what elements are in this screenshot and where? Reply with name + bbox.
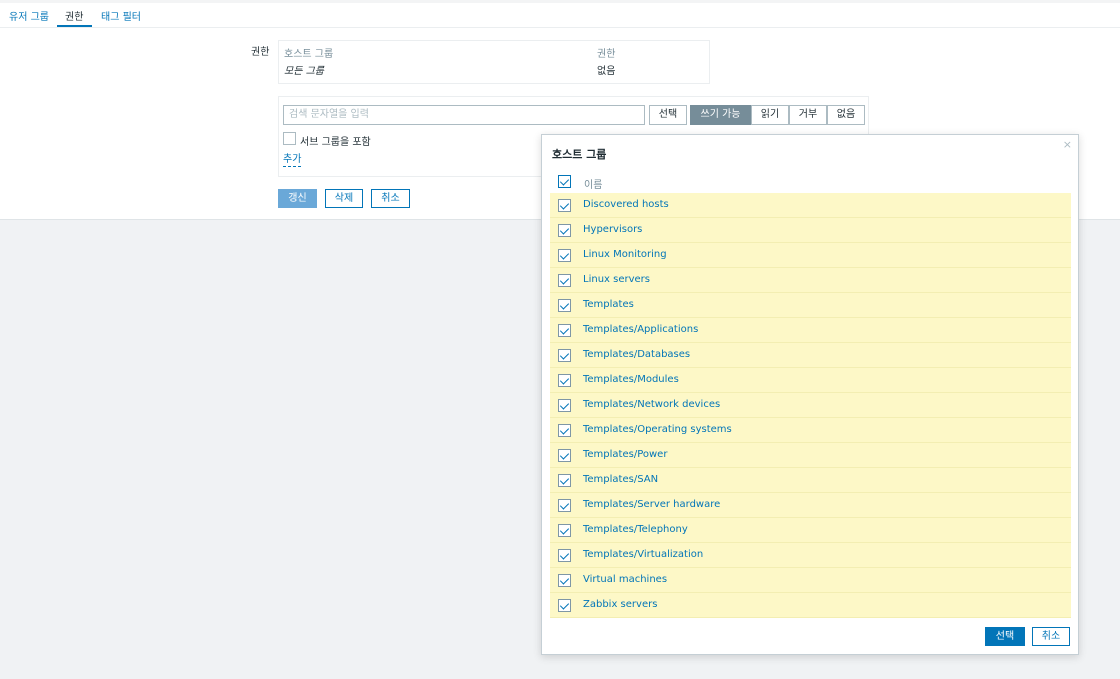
permissions-label: 권한 <box>251 47 270 58</box>
host-group-name-link[interactable]: Zabbix servers <box>583 599 657 610</box>
host-group-name-link[interactable]: Templates/Virtualization <box>583 549 703 560</box>
host-group-row[interactable]: Discovered hosts <box>550 193 1071 218</box>
permissions-table: 호스트 그룹 권한 모든 그룹 없음 <box>278 40 710 84</box>
host-group-name-link[interactable]: Templates/Databases <box>583 349 690 360</box>
add-permission-link[interactable]: 추가 <box>283 154 302 167</box>
host-group-row[interactable]: Templates/SAN <box>550 468 1071 493</box>
cell-host-group: 모든 그룹 <box>284 66 324 77</box>
host-group-row[interactable]: Templates/Server hardware <box>550 493 1071 518</box>
tab-tag-filter[interactable]: 태그 필터 <box>101 8 141 23</box>
level-deny[interactable]: 거부 <box>789 105 827 125</box>
host-group-modal: 호스트 그룹 × 이름 Discovered hosts Hypervisors L… <box>541 134 1079 655</box>
host-group-name-link[interactable]: Templates/Power <box>583 449 667 460</box>
tab-user-groups[interactable]: 유저 그룹 <box>9 8 49 23</box>
host-group-row[interactable]: Linux Monitoring <box>550 243 1071 268</box>
cell-permission: 없음 <box>597 66 616 77</box>
modal-title: 호스트 그룹 <box>552 148 607 161</box>
level-read-write[interactable]: 쓰기 가능 <box>690 105 751 125</box>
row-checkbox[interactable] <box>558 524 571 537</box>
row-checkbox[interactable] <box>558 374 571 387</box>
modal-cancel-button[interactable]: 취소 <box>1032 627 1070 646</box>
delete-button[interactable]: 삭제 <box>325 189 363 208</box>
row-checkbox[interactable] <box>558 549 571 562</box>
tab-bar: 유저 그룹 권한 태그 필터 <box>0 4 1120 28</box>
host-group-name-link[interactable]: Templates <box>583 299 634 310</box>
row-checkbox[interactable] <box>558 349 571 362</box>
update-button[interactable]: 갱신 <box>278 189 317 208</box>
row-checkbox[interactable] <box>558 274 571 287</box>
level-none[interactable]: 없음 <box>827 105 865 125</box>
select-host-group-button[interactable]: 선택 <box>649 105 687 125</box>
level-read[interactable]: 읽기 <box>751 105 789 125</box>
host-group-row[interactable]: Templates/Databases <box>550 343 1071 368</box>
host-group-row[interactable]: Virtual machines <box>550 568 1071 593</box>
host-group-name-link[interactable]: Templates/Telephony <box>583 524 688 535</box>
host-group-row[interactable]: Templates/Telephony <box>550 518 1071 543</box>
host-group-name-link[interactable]: Linux servers <box>583 274 650 285</box>
tab-permissions[interactable]: 권한 <box>65 8 83 23</box>
host-group-list: Discovered hosts Hypervisors Linux Monitor… <box>550 193 1071 618</box>
host-group-row[interactable]: Zabbix servers <box>550 593 1071 618</box>
host-group-row[interactable]: Templates <box>550 293 1071 318</box>
row-checkbox[interactable] <box>558 299 571 312</box>
name-column-header: 이름 <box>584 180 603 191</box>
active-tab-indicator <box>57 25 92 27</box>
host-group-name-link[interactable]: Discovered hosts <box>583 199 669 210</box>
col-permission: 권한 <box>597 49 616 60</box>
host-group-name-link[interactable]: Templates/Modules <box>583 374 679 385</box>
row-checkbox[interactable] <box>558 199 571 212</box>
row-checkbox[interactable] <box>558 224 571 237</box>
host-group-name-link[interactable]: Templates/Operating systems <box>583 424 732 435</box>
host-group-name-link[interactable]: Templates/Applications <box>583 324 698 335</box>
close-icon[interactable]: × <box>1063 138 1072 151</box>
include-subgroups-checkbox[interactable] <box>283 132 296 145</box>
host-group-name-link[interactable]: Virtual machines <box>583 574 667 585</box>
select-all-checkbox[interactable] <box>558 175 571 188</box>
cancel-button[interactable]: 취소 <box>371 189 410 208</box>
host-group-name-link[interactable]: Templates/Server hardware <box>583 499 720 510</box>
host-group-search-input[interactable]: 검색 문자열을 입력 <box>283 105 645 125</box>
host-group-row[interactable]: Templates/Applications <box>550 318 1071 343</box>
host-group-row[interactable]: Linux servers <box>550 268 1071 293</box>
include-subgroups-label: 서브 그룹을 포함 <box>300 137 371 148</box>
modal-select-button[interactable]: 선택 <box>985 627 1025 646</box>
row-checkbox[interactable] <box>558 599 571 612</box>
host-group-row[interactable]: Templates/Virtualization <box>550 543 1071 568</box>
col-host-group: 호스트 그룹 <box>284 49 334 60</box>
host-group-name-link[interactable]: Linux Monitoring <box>583 249 667 260</box>
row-checkbox[interactable] <box>558 399 571 412</box>
row-checkbox[interactable] <box>558 574 571 587</box>
row-checkbox[interactable] <box>558 499 571 512</box>
row-checkbox[interactable] <box>558 324 571 337</box>
host-group-name-link[interactable]: Templates/Network devices <box>583 399 720 410</box>
host-group-row[interactable]: Templates/Power <box>550 443 1071 468</box>
host-group-row[interactable]: Templates/Modules <box>550 368 1071 393</box>
host-group-row[interactable]: Templates/Operating systems <box>550 418 1071 443</box>
list-header: 이름 <box>550 171 1071 195</box>
row-checkbox[interactable] <box>558 424 571 437</box>
top-strip <box>0 0 1120 3</box>
row-checkbox[interactable] <box>558 249 571 262</box>
host-group-name-link[interactable]: Templates/SAN <box>583 474 658 485</box>
host-group-row[interactable]: Hypervisors <box>550 218 1071 243</box>
host-group-name-link[interactable]: Hypervisors <box>583 224 642 235</box>
host-group-row[interactable]: Templates/Network devices <box>550 393 1071 418</box>
row-checkbox[interactable] <box>558 474 571 487</box>
row-checkbox[interactable] <box>558 449 571 462</box>
